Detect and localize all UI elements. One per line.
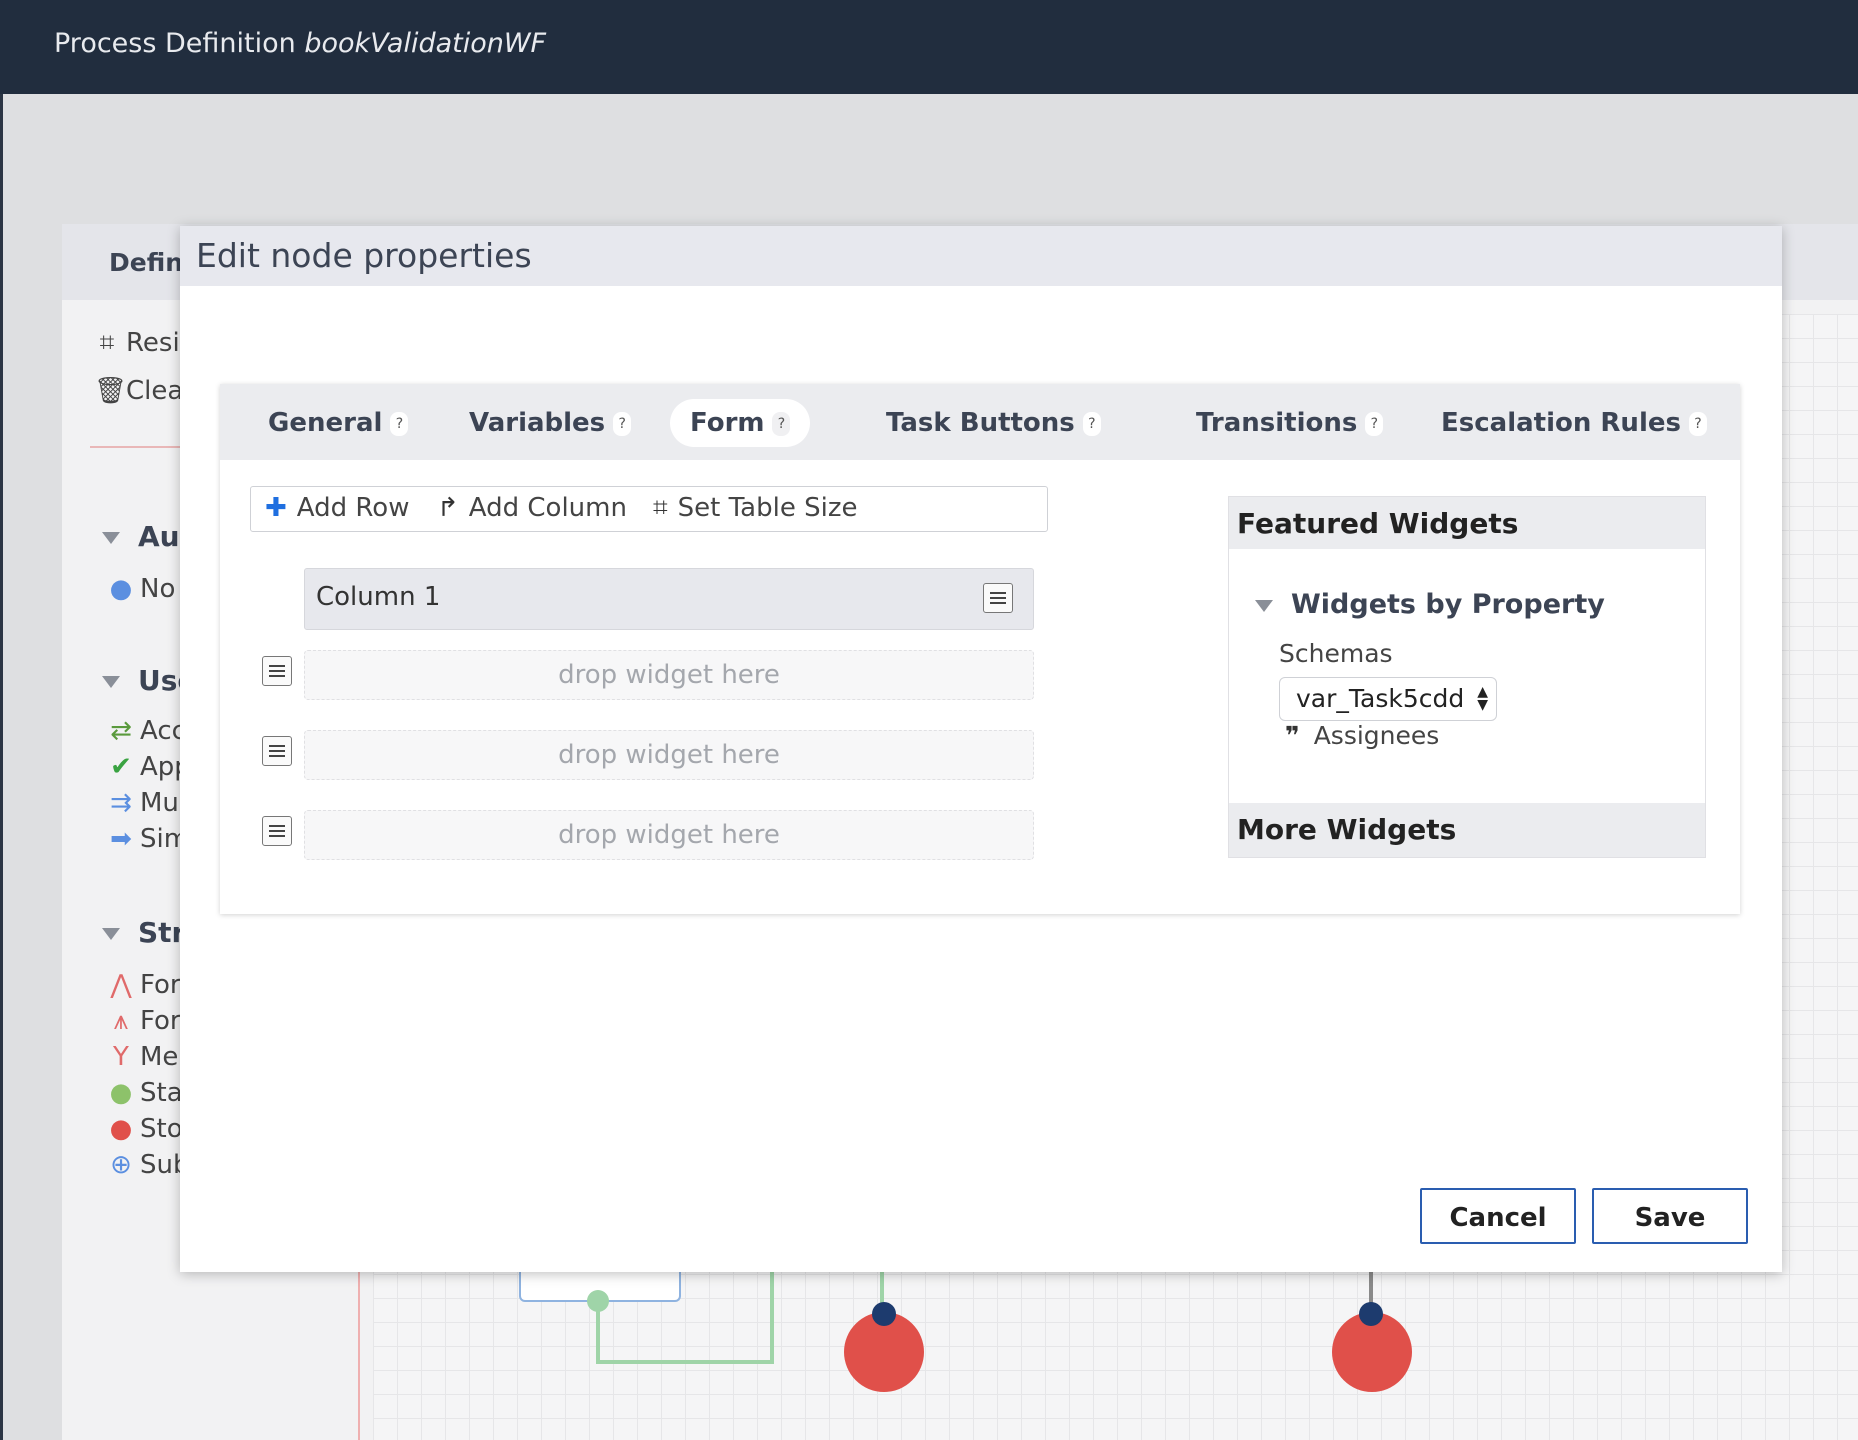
palette-item[interactable]: ⩚ For xyxy=(108,1006,181,1037)
select-arrows-icon: ▲ ▼ xyxy=(1477,684,1488,713)
tool-resize[interactable]: ⌗ Resi xyxy=(94,328,180,359)
stop-circle-icon: ● xyxy=(109,1114,133,1144)
plus-icon: ✚ xyxy=(265,493,287,523)
arrow-right-icon: ➡ xyxy=(110,824,132,854)
divider-line xyxy=(358,1270,360,1440)
collapse-icon xyxy=(1255,599,1273,612)
tab-task-buttons[interactable]: Task Buttons? xyxy=(886,399,1101,447)
section-structure[interactable]: Str xyxy=(102,916,185,949)
palette-item[interactable]: ● No xyxy=(108,574,176,604)
help-icon[interactable]: ? xyxy=(1082,411,1101,436)
palette-item[interactable]: ⇄ Acc xyxy=(108,716,186,746)
dialog-header: Edit node properties xyxy=(180,226,1782,286)
app-header: Process Definition bookValidationWF xyxy=(0,0,1858,94)
widget-item-assignees[interactable]: ❞ Assignees xyxy=(1285,721,1439,750)
collapse-icon xyxy=(102,532,120,544)
palette-item[interactable]: ● Sta xyxy=(108,1078,183,1108)
palette-item[interactable]: ⋀ For xyxy=(108,970,180,1000)
connector-handle[interactable] xyxy=(1359,1302,1383,1326)
connector-handle[interactable] xyxy=(872,1302,896,1326)
schema-select[interactable]: var_Task5cdd ▲ ▼ xyxy=(1279,677,1497,721)
more-widgets-header[interactable]: More Widgets xyxy=(1229,803,1705,857)
connector-line xyxy=(770,1272,774,1364)
edit-node-dialog: Edit node properties General? Variables?… xyxy=(180,226,1782,1272)
subprocess-icon: ⊕ xyxy=(110,1150,132,1180)
column-icon: ↱ xyxy=(437,493,459,523)
tab-escalation-rules[interactable]: Escalation Rules? xyxy=(1441,399,1707,447)
help-icon[interactable]: ? xyxy=(613,411,632,436)
palette-item[interactable]: ✔ App xyxy=(108,752,191,782)
widgets-by-property-toggle[interactable]: Widgets by Property xyxy=(1255,589,1605,620)
page-title: Process Definition bookValidationWF xyxy=(54,28,546,59)
palette-item[interactable]: Y Me xyxy=(108,1042,178,1072)
tab-container: General? Variables? Form? Task Buttons? … xyxy=(220,384,1740,914)
definition-panel-title: Defin xyxy=(109,248,184,277)
blue-circle-icon: ● xyxy=(109,574,133,604)
connector-handle[interactable] xyxy=(587,1290,609,1312)
add-column-button[interactable]: ↱ Add Column xyxy=(437,493,627,523)
column-header[interactable]: Column 1 xyxy=(304,568,1034,630)
drop-zone[interactable]: drop widget here xyxy=(304,730,1034,780)
palette-item[interactable]: ⊕ Sub xyxy=(108,1150,189,1180)
process-name: bookValidationWF xyxy=(304,28,547,59)
palette-item[interactable]: ⇉ Mu xyxy=(108,788,179,818)
row-menu-icon[interactable] xyxy=(262,816,292,846)
tab-form[interactable]: Form? xyxy=(670,399,811,447)
featured-widgets-header[interactable]: Featured Widgets xyxy=(1229,497,1705,549)
tab-transitions[interactable]: Transitions? xyxy=(1196,399,1384,447)
help-icon[interactable]: ? xyxy=(1688,411,1707,436)
collapse-icon xyxy=(102,676,120,688)
save-button[interactable]: Save xyxy=(1592,1188,1748,1244)
check-icon: ✔ xyxy=(110,752,132,782)
widgets-panel: Featured Widgets Widgets by Property Sch… xyxy=(1228,496,1706,858)
drop-zone[interactable]: drop widget here xyxy=(304,810,1034,860)
add-row-button[interactable]: ✚ Add Row xyxy=(265,493,409,523)
quote-icon: ❞ xyxy=(1285,721,1300,750)
trash-icon: 🗑 xyxy=(94,376,128,406)
column-menu-icon[interactable] xyxy=(983,583,1013,613)
tab-bar: General? Variables? Form? Task Buttons? … xyxy=(220,384,1740,460)
drop-zone[interactable]: drop widget here xyxy=(304,650,1034,700)
dialog-title: Edit node properties xyxy=(196,236,532,275)
column-header-label: Column 1 xyxy=(316,582,441,612)
multi-arrow-icon: ⇉ xyxy=(110,788,132,818)
exchange-icon: ⇄ xyxy=(110,716,132,746)
tab-general[interactable]: General? xyxy=(268,399,409,447)
form-toolbar: ✚ Add Row ↱ Add Column ⌗ Set Table Size xyxy=(250,486,1048,532)
merge-icon: Y xyxy=(113,1042,129,1072)
start-circle-icon: ● xyxy=(109,1078,133,1108)
help-icon[interactable]: ? xyxy=(772,411,791,436)
connector-line xyxy=(596,1360,774,1364)
help-icon[interactable]: ? xyxy=(1365,411,1384,436)
tab-variables[interactable]: Variables? xyxy=(469,399,632,447)
collapse-icon xyxy=(102,928,120,940)
title-prefix: Process Definition xyxy=(54,28,296,59)
palette-item[interactable]: ➡ Sim xyxy=(108,824,189,854)
divider xyxy=(90,446,182,448)
tool-clear[interactable]: 🗑Clea xyxy=(94,376,183,406)
help-icon[interactable]: ? xyxy=(390,411,409,436)
resize-icon: ⌗ xyxy=(653,493,668,523)
schemas-label: Schemas xyxy=(1279,639,1393,668)
row-menu-icon[interactable] xyxy=(262,736,292,766)
row-menu-icon[interactable] xyxy=(262,656,292,686)
cancel-button[interactable]: Cancel xyxy=(1420,1188,1576,1244)
fork-multi-icon: ⩚ xyxy=(113,1006,129,1036)
left-edge xyxy=(0,94,3,1440)
resize-icon: ⌗ xyxy=(99,328,115,358)
set-table-size-button[interactable]: ⌗ Set Table Size xyxy=(653,493,857,524)
fork-icon: ⋀ xyxy=(110,970,132,1000)
palette-item[interactable]: ● Sto xyxy=(108,1114,183,1144)
